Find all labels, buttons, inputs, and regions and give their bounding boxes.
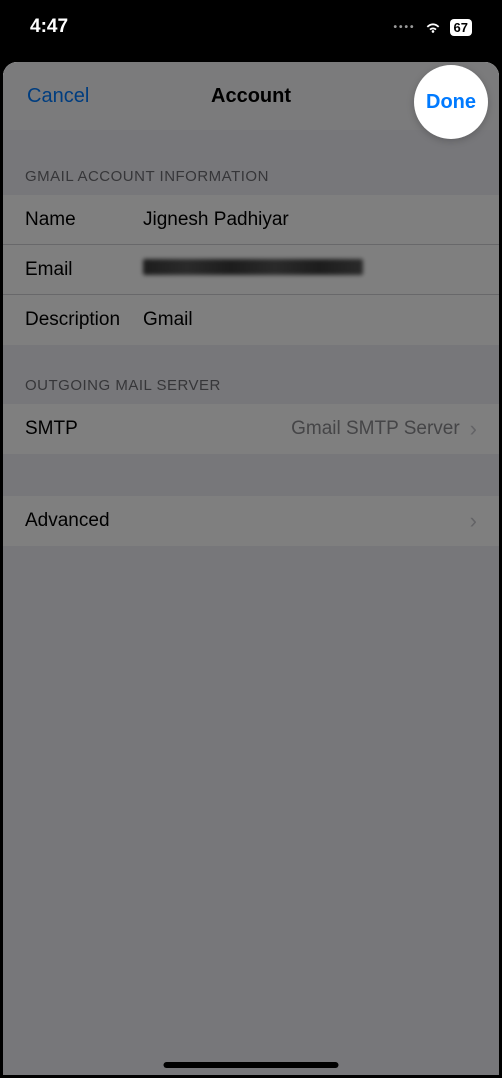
- email-label: Email: [25, 259, 143, 281]
- section-header-account-info: GMAIL ACCOUNT INFORMATION: [3, 130, 499, 195]
- email-value: [143, 259, 477, 281]
- home-indicator[interactable]: [164, 1062, 339, 1068]
- chevron-right-icon: ›: [470, 416, 477, 442]
- spacer: [3, 454, 499, 496]
- name-row[interactable]: Name Jignesh Padhiyar: [3, 195, 499, 245]
- done-highlight-label: Done: [426, 91, 476, 114]
- smtp-label: SMTP: [25, 418, 143, 440]
- description-row[interactable]: Description Gmail: [3, 295, 499, 345]
- email-row[interactable]: Email: [3, 245, 499, 295]
- cellular-dots-icon: ••••: [394, 22, 416, 33]
- name-label: Name: [25, 209, 143, 231]
- status-bar: 4:47 •••• 67: [0, 0, 502, 54]
- status-indicators: •••• 67: [394, 19, 472, 36]
- status-time: 4:47: [30, 16, 68, 38]
- account-info-group: Name Jignesh Padhiyar Email Description …: [3, 195, 499, 345]
- battery-level: 67: [454, 20, 468, 35]
- name-value: Jignesh Padhiyar: [143, 209, 477, 231]
- advanced-group: Advanced ›: [3, 496, 499, 546]
- description-label: Description: [25, 309, 143, 331]
- done-highlight[interactable]: Done: [414, 65, 488, 139]
- description-value: Gmail: [143, 309, 477, 331]
- wifi-icon: [424, 20, 442, 34]
- outgoing-group: SMTP Gmail SMTP Server ›: [3, 404, 499, 454]
- battery-indicator: 67: [450, 19, 472, 36]
- cancel-button[interactable]: Cancel: [27, 85, 89, 108]
- advanced-row[interactable]: Advanced ›: [3, 496, 499, 546]
- section-header-outgoing: OUTGOING MAIL SERVER: [3, 345, 499, 404]
- smtp-row[interactable]: SMTP Gmail SMTP Server ›: [3, 404, 499, 454]
- chevron-right-icon: ›: [470, 508, 477, 534]
- smtp-value: Gmail SMTP Server: [143, 418, 470, 440]
- advanced-label: Advanced: [25, 510, 470, 532]
- page-title: Account: [211, 85, 291, 108]
- redacted-email: [143, 259, 363, 275]
- account-sheet: Cancel Account Done GMAIL ACCOUNT INFORM…: [3, 62, 499, 1075]
